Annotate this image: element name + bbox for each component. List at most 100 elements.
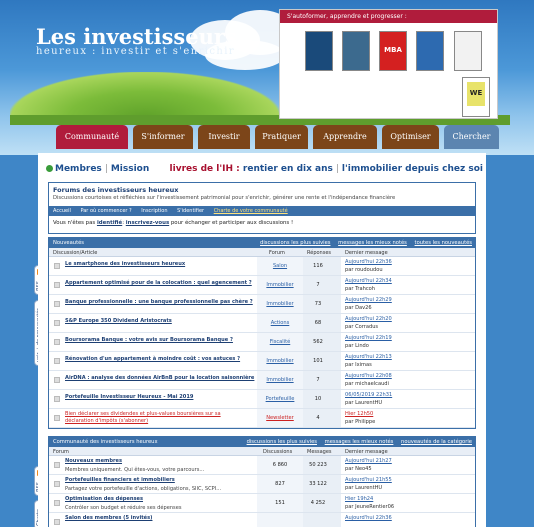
last-post-date[interactable]: Aujourd'hui 21h27 [345, 458, 392, 464]
row-status-icon [54, 282, 60, 288]
row-status-icon [54, 320, 60, 326]
tab-investir[interactable]: Investir [198, 125, 250, 149]
last-post-date[interactable]: Aujourd'hui 22h36 [345, 259, 392, 265]
forum-nav-accueil[interactable]: Accueil [53, 208, 71, 214]
forum-title[interactable]: Forums des investisseurs heureux [49, 183, 475, 195]
forum-link[interactable]: Immobilier [262, 377, 298, 383]
last-post-date[interactable]: Aujourd'hui 22h29 [345, 297, 392, 303]
tab-communaute[interactable]: Communauté [56, 125, 128, 149]
link-membres[interactable]: Membres [55, 164, 102, 174]
forum-description: Partagez votre portefeuille d'actions, o… [65, 486, 222, 492]
forum-title-link[interactable]: Optimisation des dépenses [65, 496, 143, 502]
topic-link[interactable]: Portefeuille Investisseur Heureux - Mai … [65, 394, 193, 400]
tab-optimiser[interactable]: Optimiser [382, 125, 439, 149]
forum-nav-commencer[interactable]: Par où commencer ? [80, 208, 131, 214]
community-link-suivies[interactable]: discussions les plus suivies [247, 439, 317, 445]
col-forum: Forum [269, 250, 285, 256]
topic-link[interactable]: Boursorama Banque : votre avis sur Bours… [65, 337, 233, 343]
last-post-date[interactable]: Aujourd'hui 22h34 [345, 278, 392, 284]
community-link-notes[interactable]: messages les mieux notés [325, 439, 394, 445]
table-row: Appartement optimisé pour de la colocati… [49, 276, 475, 295]
reply-count: 73 [314, 301, 322, 307]
book-cover[interactable] [416, 31, 444, 71]
news-link-suivies[interactable]: discussions les plus suivies [260, 240, 330, 246]
tab-sinformer[interactable]: S'informer [133, 125, 193, 149]
last-post-date[interactable]: 06/05/2019 22h31 [345, 392, 392, 398]
forum-link[interactable]: Actions [262, 320, 298, 326]
topic-link[interactable]: Le smartphone des investisseurs heureux [65, 261, 185, 267]
forum-nav-inscription[interactable]: Inscription [141, 208, 167, 214]
forum-link[interactable]: Salon [262, 263, 298, 269]
row-status-icon [54, 481, 60, 487]
forum-link[interactable]: Immobilier [262, 282, 298, 288]
book-cover[interactable]: WE [462, 77, 490, 117]
note-text: : [122, 220, 125, 226]
community-link-nouveautes[interactable]: nouveautés de la catégorie [401, 439, 472, 445]
last-post-author: par JeuneRentier06 [345, 504, 395, 510]
link-identifie[interactable]: identifié [97, 220, 122, 226]
book-cover[interactable] [342, 31, 370, 71]
news-rows: Le smartphone des investisseurs heureux S… [49, 257, 475, 428]
last-post-author: par Corradus [345, 324, 379, 330]
tab-pratiquer[interactable]: Pratiquer [255, 125, 308, 149]
topic-link[interactable]: AirDNA : analyse des données AirBnB pour… [65, 375, 254, 381]
forum-description: Contrôler son budget et réduire ses dépe… [65, 505, 182, 511]
reply-count: 4 [316, 415, 320, 421]
book-cover[interactable] [305, 31, 333, 71]
forum-title-link[interactable]: Portefeuilles financiers et immobiliers [65, 477, 175, 483]
col-discussion: Discussion/Article [53, 250, 98, 256]
reply-count: 10 [314, 396, 322, 402]
note-text: Vous n'êtes pas [53, 220, 96, 226]
reply-count: 116 [313, 263, 323, 269]
last-post-date[interactable]: Aujourd'hui 22h19 [345, 335, 392, 341]
tab-chercher[interactable]: Chercher [444, 125, 499, 149]
community-section: Communauté des investisseurs heureux dis… [48, 436, 476, 527]
forum-link[interactable]: Newsletter [262, 415, 298, 421]
topic-link[interactable]: S&P Europe 350 Dividend Aristocrats [65, 318, 172, 324]
message-count: 50 223 [309, 462, 327, 468]
forum-link[interactable]: Portefeuille [262, 396, 298, 402]
last-post-date[interactable]: Aujourd'hui 21h55 [345, 477, 392, 483]
forum-col-bg [257, 513, 303, 527]
last-post-date[interactable]: Hier 19h24 [345, 496, 373, 502]
forum-link[interactable]: Fiscalité [262, 339, 298, 345]
topic-link[interactable]: Rénovation d'un appartement à moindre co… [65, 356, 240, 362]
link-rentier[interactable]: rentier en dix ans [243, 164, 333, 174]
forum-nav-charte[interactable]: Charte de votre communauté [214, 208, 288, 214]
tab-apprendre[interactable]: Apprendre [313, 125, 377, 149]
last-post-date[interactable]: Aujourd'hui 22h13 [345, 354, 392, 360]
link-mission[interactable]: Mission [111, 164, 149, 174]
topic-link[interactable]: Bien déclarer ses dividendes et plus-val… [65, 411, 245, 425]
discussion-count: 827 [275, 481, 285, 487]
forum-link[interactable]: Immobilier [262, 358, 298, 364]
grass-hill [10, 72, 280, 117]
link-immobilier[interactable]: l'immobilier depuis chez soi [342, 164, 483, 174]
book-label: WE [467, 82, 485, 106]
last-post-date[interactable]: Aujourd'hui 22h20 [345, 316, 392, 322]
globe-icon [46, 165, 53, 172]
link-inscrivez[interactable]: inscrivez-vous [126, 220, 169, 226]
community-column-headers: Forum Discussions Messages Dernier messa… [49, 447, 475, 456]
last-post-date[interactable]: Aujourd'hui 22h36 [345, 515, 392, 521]
last-post-author: par roudoudou [345, 267, 383, 273]
community-rows: Nouveaux membres Membres uniquement. Qui … [49, 456, 475, 527]
note-text: pour échanger et participer aux discussi… [170, 220, 294, 226]
book-cover[interactable]: MBA [379, 31, 407, 71]
link-livres[interactable]: livres de l'IH [170, 164, 233, 174]
forum-link[interactable]: Immobilier [262, 301, 298, 307]
col-messages: Messages [307, 449, 332, 455]
last-post-author: par Philippe [345, 419, 376, 425]
col-forum: Forum [53, 449, 69, 455]
topic-link[interactable]: Banque professionnelle : une banque prof… [65, 299, 253, 305]
forum-nav-identifier[interactable]: S'identifier [177, 208, 204, 214]
news-link-toutes[interactable]: toutes les nouveautés [415, 240, 472, 246]
table-row: Boursorama Banque : votre avis sur Bours… [49, 333, 475, 352]
last-post-date[interactable]: Aujourd'hui 22h08 [345, 373, 392, 379]
topic-link[interactable]: Appartement optimisé pour de la colocati… [65, 280, 252, 286]
last-post-date[interactable]: Hier 12h50 [345, 411, 373, 417]
book-cover[interactable] [454, 31, 482, 71]
forum-title-link[interactable]: Nouveaux membres [65, 458, 122, 464]
forum-title-link[interactable]: Salon des membres (5 invités) [65, 515, 152, 521]
last-post-author: par LaurentHU [345, 485, 383, 491]
news-link-notes[interactable]: messages les mieux notés [338, 240, 407, 246]
